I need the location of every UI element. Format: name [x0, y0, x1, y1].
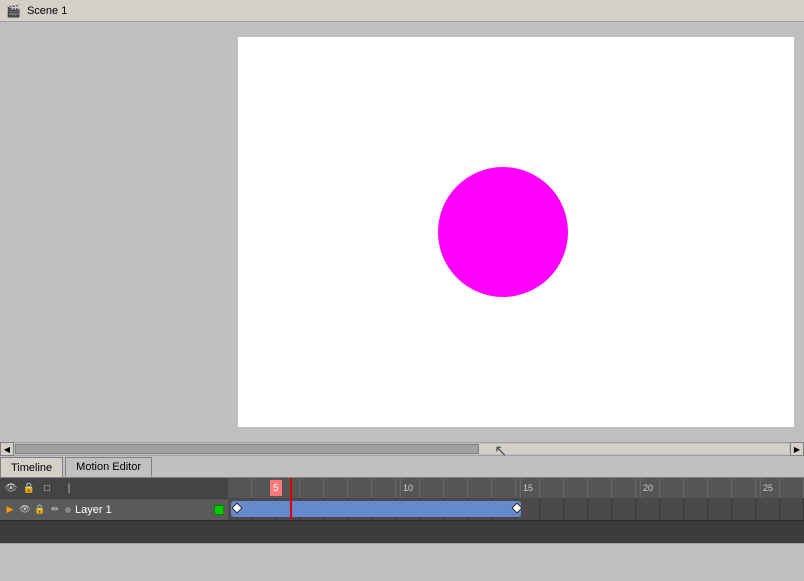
timeline-scrollbar[interactable]	[0, 520, 804, 532]
scroll-left-button[interactable]: ◀	[0, 442, 14, 456]
title-bar: 🎬 Scene 1	[0, 0, 804, 22]
layer-visibility-dot	[64, 506, 72, 514]
tabs-row: Timeline Motion Editor	[0, 456, 804, 478]
layer-arrow-icon: ▶	[4, 504, 16, 516]
tab-motion-editor[interactable]: Motion Editor	[65, 457, 152, 477]
lock-icon[interactable]: 🔒	[22, 481, 36, 495]
layer-row: ▶ 👁 🔒 ✏ Layer 1	[0, 498, 804, 520]
outline-icon[interactable]: □	[40, 481, 54, 495]
timeline-ruler: 5 10 15 20 25	[228, 478, 804, 498]
layer-eye-icon[interactable]: 👁	[19, 504, 31, 516]
circle	[438, 167, 568, 297]
playhead-frames	[290, 498, 292, 520]
layer-color-box	[214, 505, 224, 515]
white-canvas[interactable]	[238, 37, 794, 427]
layer-frames[interactable]	[228, 498, 804, 520]
left-panel	[0, 22, 228, 442]
title-text: Scene 1	[27, 5, 67, 17]
stage-canvas[interactable]	[228, 22, 804, 442]
tab-timeline[interactable]: Timeline	[0, 457, 63, 477]
timeline-area: 👁 🔒 □ | 5 10 15 20 25	[0, 478, 804, 543]
insert-frame-icon[interactable]: |	[62, 481, 76, 495]
motion-tween-bar	[231, 501, 521, 517]
scroll-thumb[interactable]	[15, 444, 479, 454]
layer-pencil-icon[interactable]: ✏	[49, 504, 61, 516]
layer-info: ▶ 👁 🔒 ✏ Layer 1	[0, 498, 228, 520]
layer-lock-icon[interactable]: 🔒	[34, 504, 46, 516]
status-bar	[0, 543, 804, 563]
eye-icon[interactable]: 👁	[4, 481, 18, 495]
timeline-layer-header: 👁 🔒 □ |	[0, 478, 228, 498]
scroll-track[interactable]	[15, 444, 789, 454]
minor-ticks	[228, 478, 804, 498]
playhead-line	[290, 478, 292, 498]
frame-number-box: 5	[270, 480, 282, 496]
scroll-right-button[interactable]: ▶	[790, 442, 804, 456]
scene-icon: 🎬	[6, 4, 21, 18]
timeline-header: 👁 🔒 □ | 5 10 15 20 25	[0, 478, 804, 498]
horizontal-scrollbar: ◀ ▶ ↖	[0, 442, 804, 456]
